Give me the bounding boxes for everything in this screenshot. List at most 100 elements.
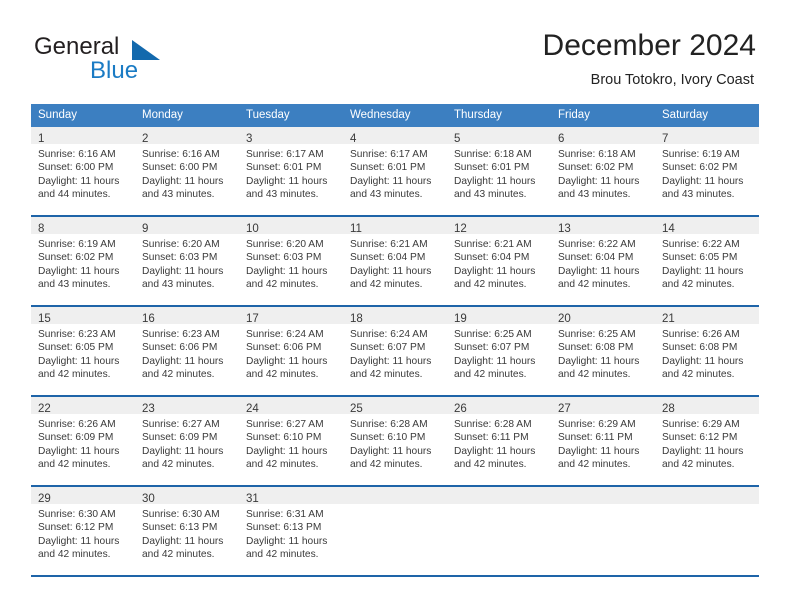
sunrise-text: Sunrise: 6:22 AM xyxy=(662,239,740,250)
day-cell-6[interactable]: 6 Sunrise: 6:18 AM Sunset: 6:02 PM Daylight… xyxy=(551,127,655,215)
day-number: 4 xyxy=(350,133,357,145)
day-cell-3[interactable]: 3 Sunrise: 6:17 AM Sunset: 6:01 PM Daylight… xyxy=(239,127,343,215)
general-blue-logo[interactable]: General Blue xyxy=(34,33,234,89)
day-number: 24 xyxy=(246,403,259,415)
daylight-text-line2: and 42 minutes. xyxy=(662,459,735,471)
day-number-band: 20 xyxy=(551,307,655,325)
sunset-text: Sunset: 6:04 PM xyxy=(350,252,426,264)
sunset-text: Sunset: 6:06 PM xyxy=(246,342,322,354)
daylight-text-line1: Daylight: 11 hours xyxy=(558,175,640,187)
day-cell-17[interactable]: 17 Sunrise: 6:24 AM Sunset: 6:06 PM Dayligh… xyxy=(239,307,343,395)
day-number-band: 4 xyxy=(343,127,447,145)
day-number: 22 xyxy=(38,403,51,415)
day-number: 29 xyxy=(38,493,51,505)
sunset-text: Sunset: 6:06 PM xyxy=(142,342,218,354)
day-cell-body: Sunrise: 6:20 AM Sunset: 6:03 PM Daylight:… xyxy=(239,234,343,292)
day-number: 3 xyxy=(246,133,253,145)
day-number: 23 xyxy=(142,403,155,415)
daylight-text-line2: and 42 minutes. xyxy=(454,369,527,381)
day-cell-13[interactable]: 13 Sunrise: 6:22 AM Sunset: 6:04 PM Dayligh… xyxy=(551,217,655,305)
daylight-text-line1: Daylight: 11 hours xyxy=(142,535,224,547)
day-cell-body: Sunrise: 6:23 AM Sunset: 6:05 PM Daylight:… xyxy=(31,324,135,382)
day-cell-empty xyxy=(551,487,655,575)
daylight-text-line1: Daylight: 11 hours xyxy=(246,535,328,547)
day-number-band: 8 xyxy=(31,217,135,235)
daylight-text-line2: and 42 minutes. xyxy=(142,459,215,471)
daylight-text-line1: Daylight: 11 hours xyxy=(454,175,536,187)
day-number-band: 1 xyxy=(31,127,135,145)
day-cell-28[interactable]: 28 Sunrise: 6:29 AM Sunset: 6:12 PM Dayligh… xyxy=(655,397,759,485)
day-number-band: 18 xyxy=(343,307,447,325)
daylight-text-line2: and 42 minutes. xyxy=(662,279,735,291)
weekday-header-row: Sunday Monday Tuesday Wednesday Thursday Frid… xyxy=(31,104,759,127)
day-cell-body: Sunrise: 6:29 AM Sunset: 6:11 PM Daylight:… xyxy=(551,414,655,472)
day-number: 28 xyxy=(662,403,675,415)
day-cell-7[interactable]: 7 Sunrise: 6:19 AM Sunset: 6:02 PM Daylight… xyxy=(655,127,759,215)
sunset-text: Sunset: 6:12 PM xyxy=(662,432,738,444)
daylight-text-line1: Daylight: 11 hours xyxy=(142,355,224,367)
daylight-text-line1: Daylight: 11 hours xyxy=(558,355,640,367)
day-cell-27[interactable]: 27 Sunrise: 6:29 AM Sunset: 6:11 PM Dayligh… xyxy=(551,397,655,485)
calendar-week-row: 8 Sunrise: 6:19 AM Sunset: 6:02 PM Daylight… xyxy=(31,215,759,305)
day-cell-23[interactable]: 23 Sunrise: 6:27 AM Sunset: 6:09 PM Dayligh… xyxy=(135,397,239,485)
day-number: 15 xyxy=(38,313,51,325)
day-cell-9[interactable]: 9 Sunrise: 6:20 AM Sunset: 6:03 PM Daylight… xyxy=(135,217,239,305)
daylight-text-line1: Daylight: 11 hours xyxy=(350,175,432,187)
sunrise-text: Sunrise: 6:27 AM xyxy=(246,419,324,430)
sunset-text: Sunset: 6:04 PM xyxy=(454,252,530,264)
daylight-text-line1: Daylight: 11 hours xyxy=(662,445,744,457)
calendar-week-row: 1 Sunrise: 6:16 AM Sunset: 6:00 PM Daylight… xyxy=(31,127,759,215)
day-cell-4[interactable]: 4 Sunrise: 6:17 AM Sunset: 6:01 PM Daylight… xyxy=(343,127,447,215)
day-cell-body: Sunrise: 6:20 AM Sunset: 6:03 PM Daylight:… xyxy=(135,234,239,292)
day-cell-8[interactable]: 8 Sunrise: 6:19 AM Sunset: 6:02 PM Daylight… xyxy=(31,217,135,305)
day-number-band: 27 xyxy=(551,397,655,415)
daylight-text-line2: and 42 minutes. xyxy=(246,549,319,561)
daylight-text-line2: and 42 minutes. xyxy=(558,279,631,291)
day-cell-body: Sunrise: 6:17 AM Sunset: 6:01 PM Daylight:… xyxy=(239,144,343,202)
day-cell-16[interactable]: 16 Sunrise: 6:23 AM Sunset: 6:06 PM Dayligh… xyxy=(135,307,239,395)
day-cell-25[interactable]: 25 Sunrise: 6:28 AM Sunset: 6:10 PM Dayligh… xyxy=(343,397,447,485)
sunset-text: Sunset: 6:03 PM xyxy=(246,252,322,264)
day-cell-1[interactable]: 1 Sunrise: 6:16 AM Sunset: 6:00 PM Daylight… xyxy=(31,127,135,215)
calendar-week-row: 29 Sunrise: 6:30 AM Sunset: 6:12 PM Dayligh… xyxy=(31,485,759,575)
day-cell-31[interactable]: 31 Sunrise: 6:31 AM Sunset: 6:13 PM Dayligh… xyxy=(239,487,343,575)
day-cell-26[interactable]: 26 Sunrise: 6:28 AM Sunset: 6:11 PM Dayligh… xyxy=(447,397,551,485)
sunset-text: Sunset: 6:13 PM xyxy=(142,522,218,534)
sunset-text: Sunset: 6:09 PM xyxy=(38,432,114,444)
day-cell-21[interactable]: 21 Sunrise: 6:26 AM Sunset: 6:08 PM Dayligh… xyxy=(655,307,759,395)
day-number-band: 21 xyxy=(655,307,759,325)
day-cell-body: Sunrise: 6:25 AM Sunset: 6:08 PM Daylight:… xyxy=(551,324,655,382)
day-number-band: 16 xyxy=(135,307,239,325)
daylight-text-line1: Daylight: 11 hours xyxy=(142,445,224,457)
day-cell-body: Sunrise: 6:17 AM Sunset: 6:01 PM Daylight:… xyxy=(343,144,447,202)
day-cell-22[interactable]: 22 Sunrise: 6:26 AM Sunset: 6:09 PM Dayligh… xyxy=(31,397,135,485)
day-cell-29[interactable]: 29 Sunrise: 6:30 AM Sunset: 6:12 PM Dayligh… xyxy=(31,487,135,575)
sunrise-text: Sunrise: 6:26 AM xyxy=(38,419,116,430)
day-cell-10[interactable]: 10 Sunrise: 6:20 AM Sunset: 6:03 PM Dayligh… xyxy=(239,217,343,305)
sunset-text: Sunset: 6:00 PM xyxy=(142,162,218,174)
day-cell-19[interactable]: 19 Sunrise: 6:25 AM Sunset: 6:07 PM Dayligh… xyxy=(447,307,551,395)
day-number-band xyxy=(551,487,655,504)
day-cell-body: Sunrise: 6:28 AM Sunset: 6:10 PM Daylight:… xyxy=(343,414,447,472)
page-header: General Blue December 2024 Brou Totokro,… xyxy=(0,0,792,104)
day-number: 17 xyxy=(246,313,259,325)
day-cell-20[interactable]: 20 Sunrise: 6:25 AM Sunset: 6:08 PM Dayligh… xyxy=(551,307,655,395)
day-cell-14[interactable]: 14 Sunrise: 6:22 AM Sunset: 6:05 PM Dayligh… xyxy=(655,217,759,305)
day-cell-2[interactable]: 2 Sunrise: 6:16 AM Sunset: 6:00 PM Daylight… xyxy=(135,127,239,215)
sunset-text: Sunset: 6:12 PM xyxy=(38,522,114,534)
day-cell-30[interactable]: 30 Sunrise: 6:30 AM Sunset: 6:13 PM Dayligh… xyxy=(135,487,239,575)
daylight-text-line2: and 42 minutes. xyxy=(662,369,735,381)
daylight-text-line1: Daylight: 11 hours xyxy=(558,445,640,457)
day-number-band: 3 xyxy=(239,127,343,145)
day-cell-5[interactable]: 5 Sunrise: 6:18 AM Sunset: 6:01 PM Daylight… xyxy=(447,127,551,215)
daylight-text-line2: and 43 minutes. xyxy=(558,189,631,201)
day-cell-12[interactable]: 12 Sunrise: 6:21 AM Sunset: 6:04 PM Dayligh… xyxy=(447,217,551,305)
daylight-text-line2: and 42 minutes. xyxy=(558,459,631,471)
day-cell-24[interactable]: 24 Sunrise: 6:27 AM Sunset: 6:10 PM Dayligh… xyxy=(239,397,343,485)
day-cell-11[interactable]: 11 Sunrise: 6:21 AM Sunset: 6:04 PM Dayligh… xyxy=(343,217,447,305)
sunrise-text: Sunrise: 6:20 AM xyxy=(246,239,324,250)
sunrise-text: Sunrise: 6:30 AM xyxy=(38,509,116,520)
day-cell-15[interactable]: 15 Sunrise: 6:23 AM Sunset: 6:05 PM Dayligh… xyxy=(31,307,135,395)
day-cell-18[interactable]: 18 Sunrise: 6:24 AM Sunset: 6:07 PM Dayligh… xyxy=(343,307,447,395)
weekday-header-tuesday: Tuesday xyxy=(246,109,290,121)
